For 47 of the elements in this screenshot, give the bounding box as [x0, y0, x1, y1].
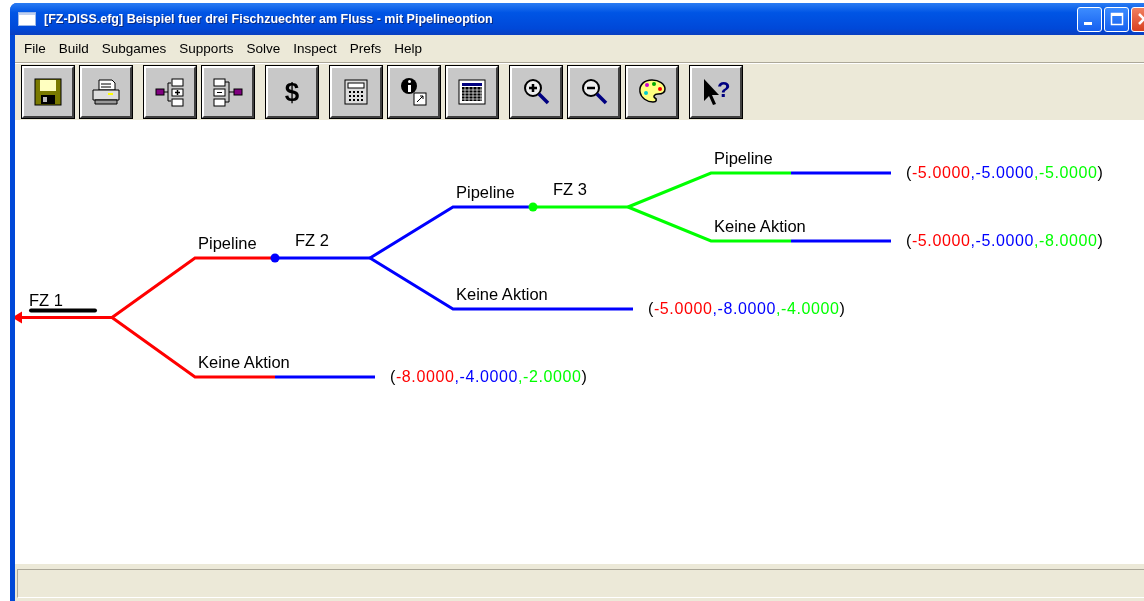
window-icon: [18, 12, 36, 26]
node-dot[interactable]: [528, 202, 538, 212]
node-dot[interactable]: [270, 253, 280, 263]
remove-node-icon: [212, 76, 244, 108]
maximize-button[interactable]: [1104, 6, 1129, 32]
maximize-icon: [1109, 12, 1124, 26]
action-label[interactable]: Keine Aktion: [198, 353, 290, 371]
payoff-label: (-5.0000,-5.0000,-8.0000): [906, 232, 1104, 249]
menu-item[interactable]: Prefs: [349, 39, 382, 58]
toolbar-button[interactable]: [626, 66, 678, 118]
toolbar-button[interactable]: [446, 66, 498, 118]
player-label[interactable]: FZ 1: [29, 290, 63, 309]
info-icon: [398, 76, 430, 108]
action-label[interactable]: Keine Aktion: [456, 285, 548, 303]
menu-item[interactable]: File: [24, 39, 46, 58]
minimize-button[interactable]: [1077, 6, 1102, 32]
window-title: [FZ-DISS.efg] Beispiel fuer drei Fischzuechter am Fluss - mit Pipelineoption: [44, 12, 494, 26]
table-icon: [456, 76, 488, 108]
menu-item[interactable]: Subgames: [101, 39, 167, 58]
toolbar-button[interactable]: ?: [690, 66, 742, 118]
toolbar-button[interactable]: [388, 66, 440, 118]
toolbar-button[interactable]: [330, 66, 382, 118]
toolbar-button[interactable]: [144, 66, 196, 118]
minimize-icon: [1083, 21, 1092, 25]
toolbar-button[interactable]: [22, 66, 74, 118]
printer-icon: [90, 76, 122, 108]
menu-item[interactable]: Help: [394, 39, 422, 58]
toolbar-button[interactable]: [510, 66, 562, 118]
toolbar-button[interactable]: [202, 66, 254, 118]
action-label[interactable]: Pipeline: [714, 149, 773, 167]
payoff-label: (-5.0000,-5.0000,-5.0000): [906, 164, 1104, 181]
menu-item[interactable]: Build: [58, 39, 89, 58]
action-label[interactable]: Keine Aktion: [714, 217, 806, 235]
menu-item[interactable]: Inspect: [293, 39, 337, 58]
payoff-label: (-5.0000,-8.0000,-4.0000): [648, 300, 846, 317]
payoff-label: (-8.0000,-4.0000,-2.0000): [390, 368, 588, 385]
player-label[interactable]: FZ 3: [553, 180, 587, 198]
player-label[interactable]: FZ 2: [295, 231, 329, 249]
action-label[interactable]: Pipeline: [456, 183, 515, 201]
toolbar-button[interactable]: [80, 66, 132, 118]
menu-item[interactable]: Solve: [246, 39, 281, 58]
add-node-icon: [154, 76, 186, 108]
toolbar-button[interactable]: $: [266, 66, 318, 118]
menu-item[interactable]: Supports: [179, 39, 234, 58]
action-label[interactable]: Pipeline: [198, 234, 257, 252]
toolbar-button[interactable]: [568, 66, 620, 118]
dollar-icon: $: [276, 76, 308, 108]
